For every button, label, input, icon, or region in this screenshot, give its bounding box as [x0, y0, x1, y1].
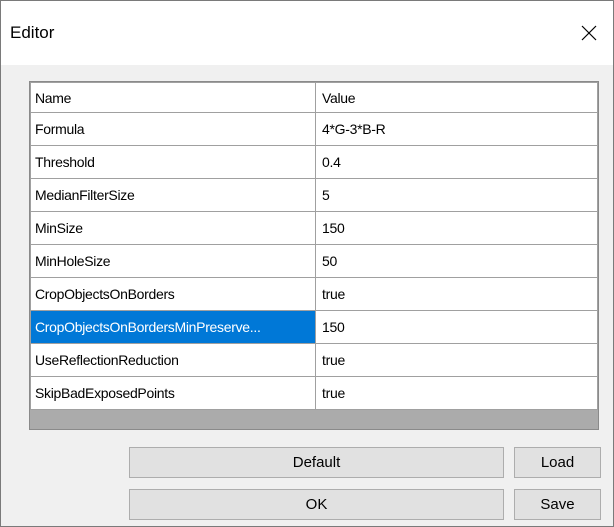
row-name-cell[interactable]: MinSize [30, 211, 316, 245]
row-value-cell[interactable]: 0.4 [315, 145, 598, 179]
row-value-cell[interactable]: true [315, 343, 598, 377]
table-row[interactable]: SkipBadExposedPoints true [30, 376, 598, 410]
header-row: Name Value [30, 82, 598, 113]
row-value-cell[interactable]: 150 [315, 211, 598, 245]
table-row[interactable]: CropObjectsOnBorders true [30, 277, 598, 311]
row-value-cell[interactable]: 4*G-3*B-R [315, 112, 598, 146]
row-value-cell[interactable]: true [315, 277, 598, 311]
row-value-cell[interactable]: 50 [315, 244, 598, 278]
load-button[interactable]: Load [514, 447, 601, 478]
row-value-cell[interactable]: true [315, 376, 598, 410]
window-title: Editor [10, 23, 55, 42]
table-row[interactable]: UseReflectionReduction true [30, 343, 598, 377]
row-name-cell[interactable]: UseReflectionReduction [30, 343, 316, 377]
row-name-cell[interactable]: Formula [30, 112, 316, 146]
row-name-cell[interactable]: CropObjectsOnBorders [30, 277, 316, 311]
row-name-cell[interactable]: MedianFilterSize [30, 178, 316, 212]
close-button[interactable] [571, 15, 607, 51]
table-row[interactable]: Formula 4*G-3*B-R [30, 112, 598, 146]
table-row-selected[interactable]: CropObjectsOnBordersMinPreserve... 150 [30, 310, 598, 344]
row-name-cell[interactable]: SkipBadExposedPoints [30, 376, 316, 410]
column-header-value[interactable]: Value [315, 82, 598, 113]
column-header-name[interactable]: Name [30, 82, 316, 113]
property-table: Name Value Formula 4*G-3*B-R Threshold 0… [30, 82, 598, 410]
row-name-cell[interactable]: Threshold [30, 145, 316, 179]
save-button[interactable]: Save [514, 489, 601, 520]
table-row[interactable]: MinSize 150 [30, 211, 598, 245]
table-row[interactable]: MinHoleSize 50 [30, 244, 598, 278]
row-name-cell[interactable]: CropObjectsOnBordersMinPreserve... [30, 310, 316, 344]
editor-window: Editor Name Value Formula 4*G-3*B-R Thre… [0, 0, 614, 527]
default-button[interactable]: Default [129, 447, 504, 478]
table-row[interactable]: Threshold 0.4 [30, 145, 598, 179]
ok-button[interactable]: OK [129, 489, 504, 520]
row-name-cell[interactable]: MinHoleSize [30, 244, 316, 278]
property-grid[interactable]: Name Value Formula 4*G-3*B-R Threshold 0… [29, 81, 599, 430]
row-value-cell[interactable]: 150 [315, 310, 598, 344]
table-row[interactable]: MedianFilterSize 5 [30, 178, 598, 212]
close-icon [581, 25, 597, 41]
row-value-cell[interactable]: 5 [315, 178, 598, 212]
title-bar: Editor [1, 1, 613, 65]
